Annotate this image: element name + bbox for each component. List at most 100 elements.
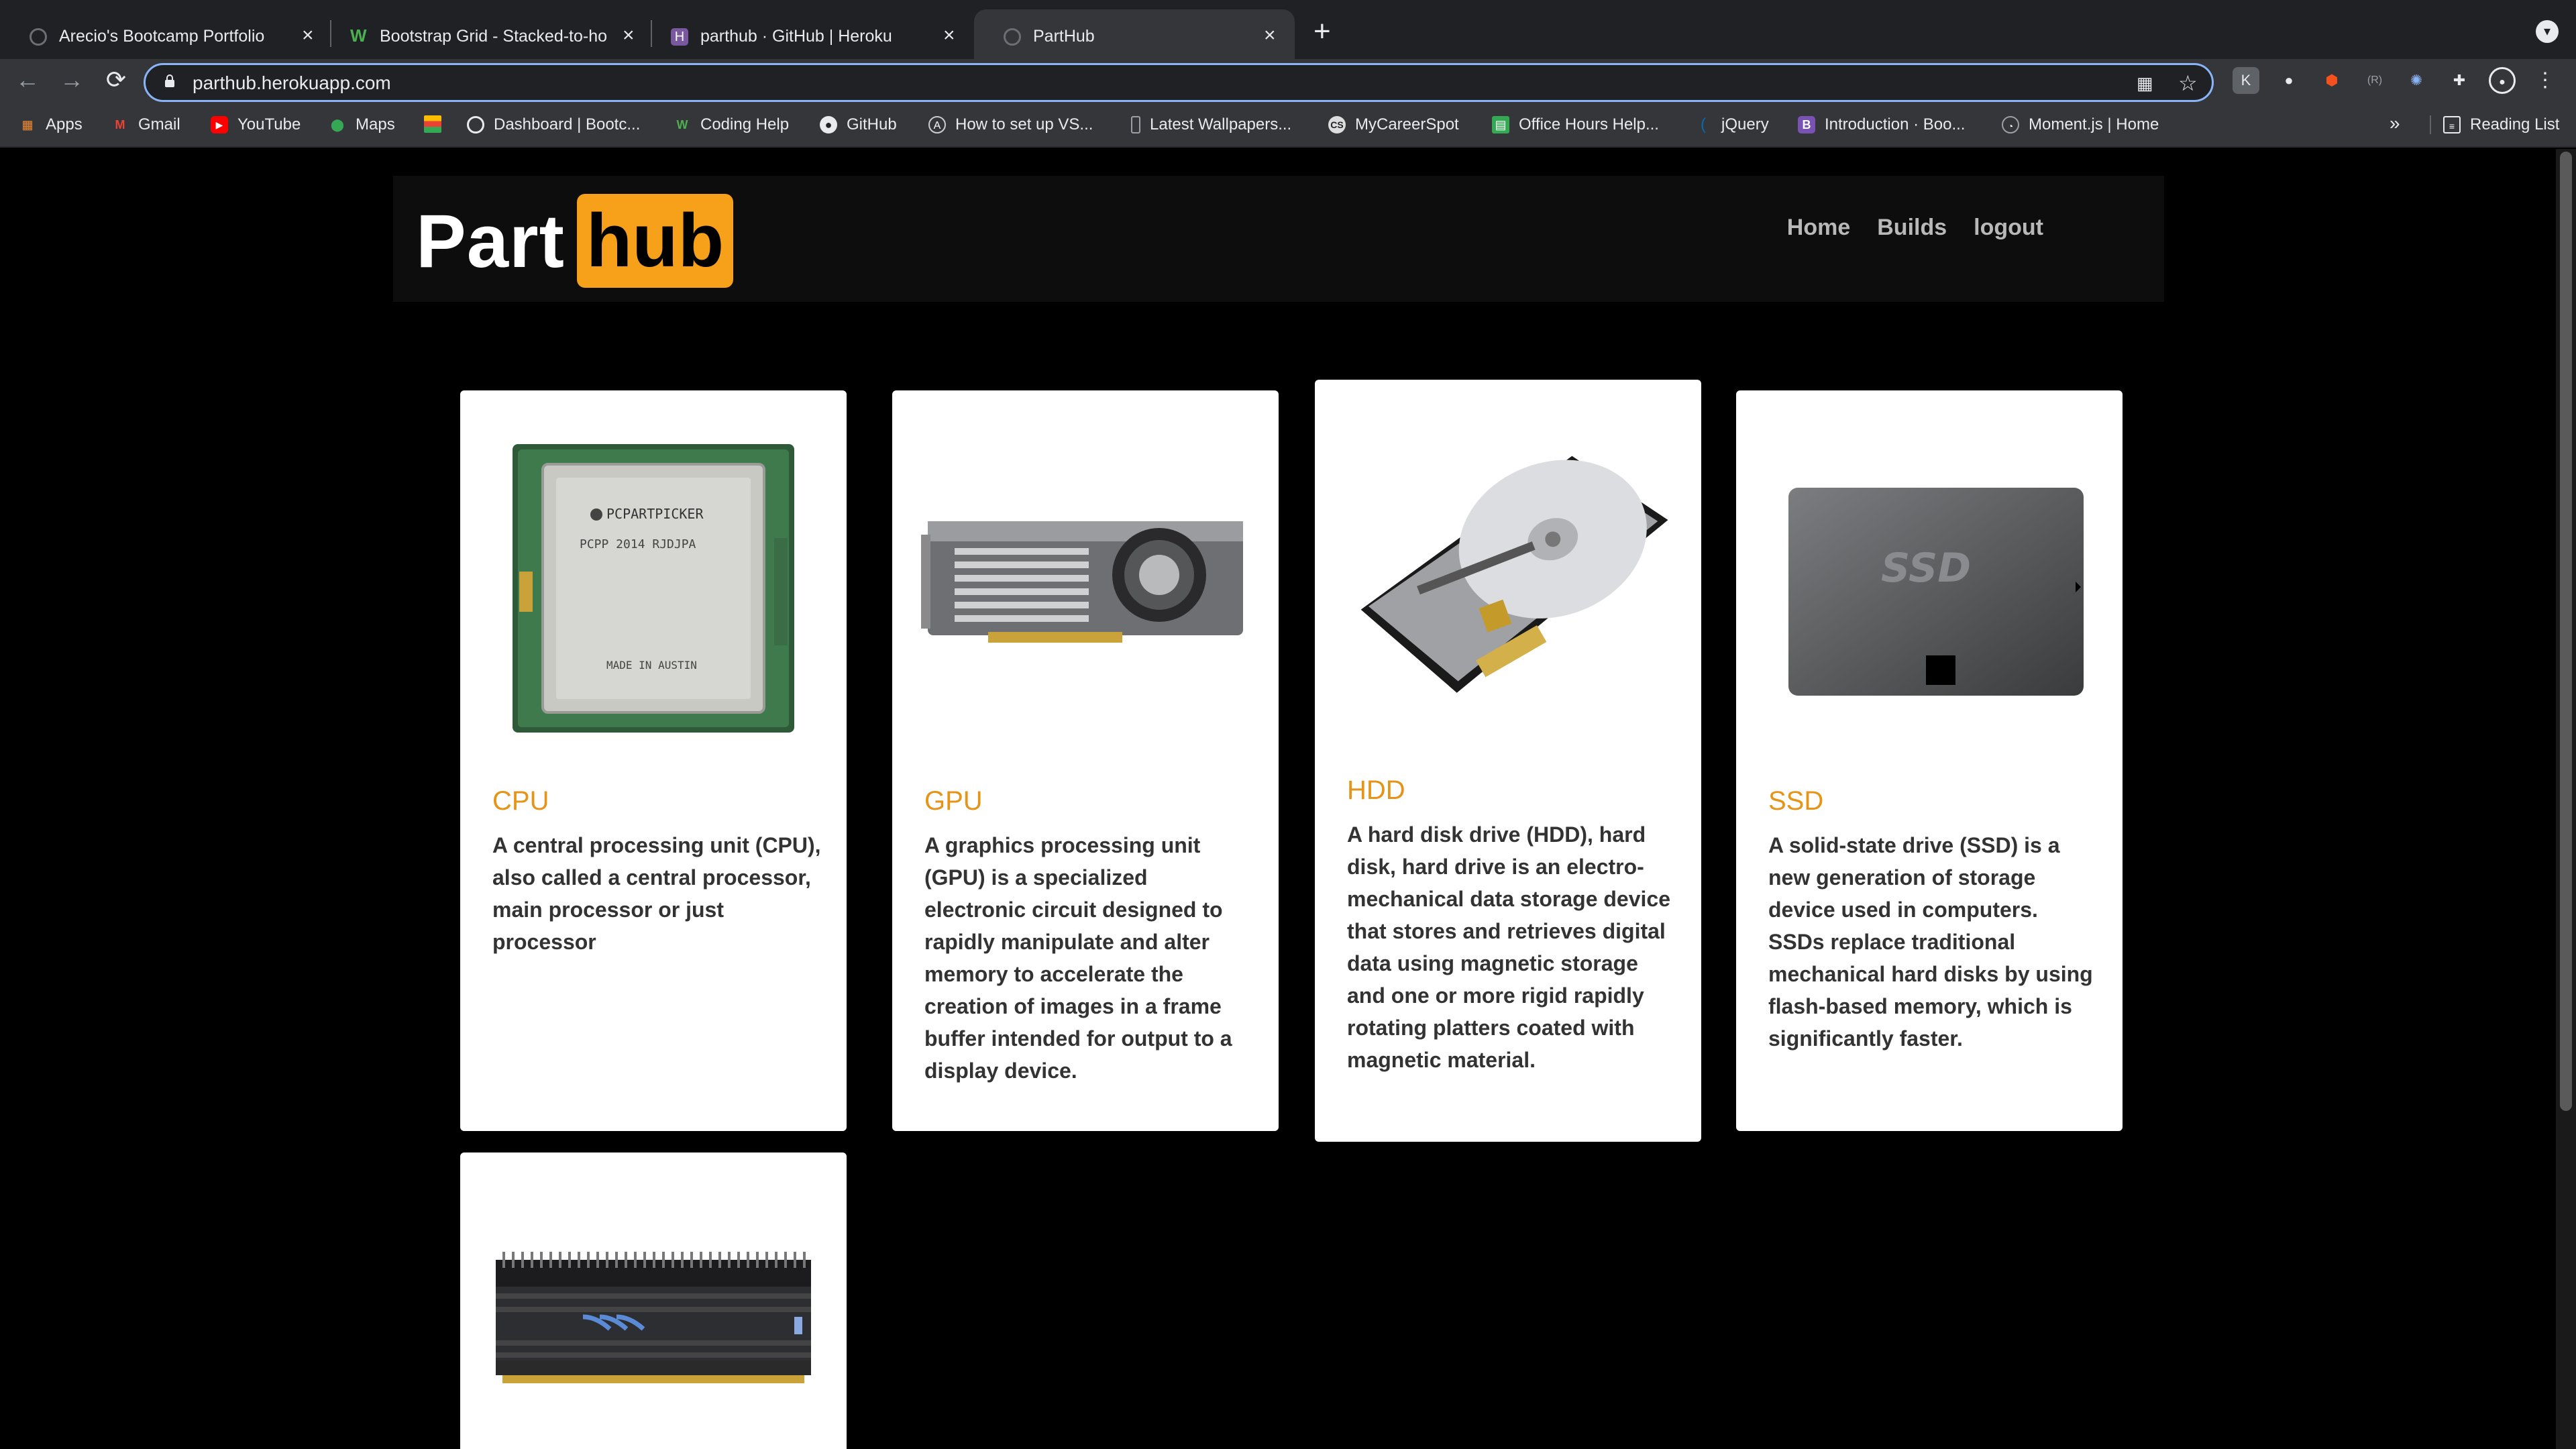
site-logo[interactable]: Part hub	[416, 193, 734, 288]
card-title: GPU	[924, 786, 983, 816]
close-icon[interactable]: ×	[943, 24, 955, 47]
close-icon[interactable]: ×	[1264, 24, 1276, 47]
bootstrap-icon: B	[1798, 116, 1815, 133]
ssd-image: SSD	[1763, 431, 2096, 746]
a-icon: A	[928, 116, 946, 133]
profile-avatar-icon[interactable]: ●	[2489, 67, 2516, 94]
card-title: CPU	[492, 786, 549, 816]
lock-icon	[165, 74, 174, 87]
star-icon[interactable]: ☆	[2178, 70, 2198, 96]
new-tab-button[interactable]: +	[1313, 15, 1331, 48]
bookmark-gmail[interactable]: M Gmail	[111, 115, 180, 134]
reading-list-button[interactable]: ≡ Reading List	[2430, 115, 2559, 134]
close-icon[interactable]: ×	[623, 24, 635, 47]
bookmark-label: How to set up VS...	[955, 115, 1093, 133]
forward-button[interactable]: →	[55, 66, 89, 94]
tab-search-icon[interactable]: ▾	[2536, 20, 2559, 43]
bookmark-label: Coding Help	[700, 115, 790, 133]
tab-bootcamp-portfolio[interactable]: Arecio's Bootcamp Portfolio ×	[0, 9, 329, 64]
bookmark-vs-setup[interactable]: A How to set up VS...	[928, 115, 1093, 134]
close-icon[interactable]: ×	[302, 24, 314, 47]
bookmark-label: GitHub	[847, 115, 897, 133]
part-card-hdd[interactable]: HDD A hard disk drive (HDD), hard disk, …	[1315, 380, 1701, 1142]
clock-icon: ◔	[2002, 116, 2019, 133]
globe-icon	[467, 116, 484, 133]
bookmark-apps[interactable]: ▦ Apps	[19, 115, 83, 134]
nav-builds-link[interactable]: Builds	[1877, 215, 1947, 241]
bookmark-bootstrap[interactable]: B Introduction · Boo...	[1798, 115, 1965, 134]
bookmark-mycareerspot[interactable]: CS MyCareerSpot	[1328, 115, 1459, 134]
phone-icon	[1131, 116, 1140, 133]
part-card-cpu[interactable]: PCPARTPICKER PCPP 2014 RJDJPA MADE IN AU…	[460, 390, 847, 1131]
jquery-icon: (	[1701, 115, 1706, 133]
bookmarks-bar: ▦ Apps M Gmail ▶ YouTube ⬤ Maps Dashboard | …	[0, 106, 2576, 148]
bookmark-label: Reading List	[2470, 115, 2560, 133]
globe-icon	[30, 28, 47, 46]
bookmark-label: »	[2390, 113, 2400, 133]
bookmark-label: Apps	[46, 115, 83, 133]
bookmark-moment[interactable]: ◔ Moment.js | Home	[2002, 115, 2159, 134]
card-description: A graphics processing unit (GPU) is a sp…	[924, 833, 1232, 1083]
ssd-label: SSD	[1881, 545, 1971, 592]
chip-label-brand: PCPARTPICKER	[606, 506, 704, 522]
extensions-puzzle-icon[interactable]: ✚	[2446, 67, 2473, 94]
extension-badge-icon[interactable]: ⬢	[2318, 67, 2345, 94]
apps-grid-icon: ▦	[21, 118, 34, 131]
github-icon: ●	[820, 116, 837, 133]
bookmark-maps[interactable]: ⬤ Maps	[329, 115, 395, 134]
bookmark-flag[interactable]	[424, 115, 451, 133]
reload-button[interactable]: ⟳	[99, 66, 133, 94]
tab-strip: Arecio's Bootcamp Portfolio × W Bootstra…	[0, 0, 2576, 64]
extension-chat-icon[interactable]: ●	[2275, 67, 2302, 94]
ram-stick-image	[487, 1233, 820, 1407]
nav-links: Home Builds logout	[1787, 215, 2043, 241]
logo-part-text: Part	[416, 199, 565, 283]
bookmark-office-hours[interactable]: ▤ Office Hours Help...	[1492, 115, 1659, 134]
tab-bootstrap-grid[interactable]: W Bootstrap Grid - Stacked-to-ho ×	[321, 9, 649, 64]
url-text: parthub.herokuapp.com	[193, 72, 391, 93]
bookmark-jquery[interactable]: ( jQuery	[1695, 115, 1769, 134]
address-bar[interactable]: parthub.herokuapp.com ▦ ☆	[144, 63, 2214, 102]
extension-react-icon[interactable]: (R)	[2361, 67, 2388, 94]
bookmark-label: Maps	[356, 115, 395, 133]
bookmark-coding-help[interactable]: W Coding Help	[674, 115, 790, 134]
part-card-ssd[interactable]: SSD SSD A solid-state drive (SSD) is a n…	[1736, 390, 2123, 1131]
tab-title: Arecio's Bootcamp Portfolio	[59, 27, 265, 46]
card-title: HDD	[1347, 775, 1405, 805]
bookmark-label: Moment.js | Home	[2029, 115, 2159, 133]
bookmark-label: Dashboard | Bootc...	[494, 115, 641, 133]
card-description: A solid-state drive (SSD) is a new gener…	[1768, 833, 2093, 1051]
part-card-ram[interactable]	[460, 1152, 847, 1449]
card-description: A hard disk drive (HDD), hard disk, hard…	[1347, 822, 1670, 1072]
page-scrollbar[interactable]	[2556, 149, 2576, 1449]
heroku-icon: H	[671, 28, 688, 46]
nav-logout-link[interactable]: logout	[1974, 215, 2043, 241]
install-app-icon[interactable]: ▦	[2137, 73, 2153, 94]
w-icon: W	[350, 25, 367, 46]
hdd-image	[1342, 420, 1674, 735]
back-button[interactable]: ←	[11, 66, 44, 94]
scrollbar-thumb[interactable]	[2560, 152, 2572, 1111]
tab-parthub[interactable]: PartHub ×	[974, 9, 1295, 64]
tab-parthub-heroku[interactable]: H parthub · GitHub | Heroku ×	[641, 9, 970, 64]
toolbar: ← → ⟳ parthub.herokuapp.com ▦ ☆	[0, 59, 2576, 106]
bookmark-wallpapers[interactable]: Latest Wallpapers...	[1131, 115, 1291, 134]
bookmark-label: jQuery	[1721, 115, 1769, 133]
chip-label-model: PCPP 2014 RJDJPA	[580, 537, 696, 551]
bookmark-github[interactable]: ● GitHub	[820, 115, 897, 134]
maps-pin-icon: ⬤	[330, 118, 345, 131]
more-bookmarks-button[interactable]: »	[2390, 113, 2400, 134]
browser-menu-icon[interactable]: ⋮	[2532, 67, 2559, 94]
chip-label-origin: MADE IN AUSTIN	[606, 659, 697, 672]
nav-home-link[interactable]: Home	[1787, 215, 1850, 241]
card-title: SSD	[1768, 786, 1824, 816]
bookmark-label: YouTube	[237, 115, 301, 133]
bookmark-label: MyCareerSpot	[1355, 115, 1459, 133]
browser-chrome: Arecio's Bootcamp Portfolio × W Bootstra…	[0, 0, 2576, 148]
bookmark-dashboard[interactable]: Dashboard | Bootc...	[467, 115, 640, 134]
extension-k-icon[interactable]: K	[2233, 67, 2259, 94]
tab-title: PartHub	[1033, 27, 1095, 46]
part-card-gpu[interactable]: GPU A graphics processing unit (GPU) is …	[892, 390, 1279, 1131]
bookmark-youtube[interactable]: ▶ YouTube	[211, 115, 301, 134]
extension-atom-icon[interactable]: ✺	[2403, 67, 2430, 94]
